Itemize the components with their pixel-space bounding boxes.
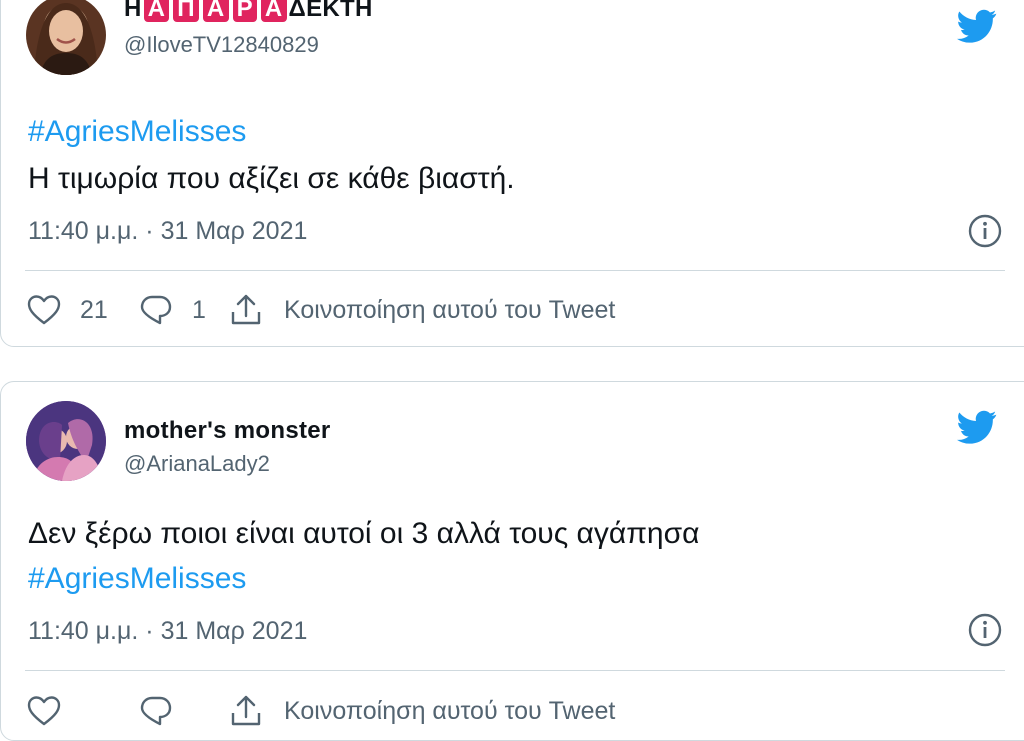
divider (25, 270, 1005, 271)
twitter-bird-icon[interactable] (954, 407, 1000, 447)
reply-button[interactable]: 1 (138, 292, 228, 328)
reply-count: 1 (192, 295, 206, 324)
share-label: Κοινοποίηση αυτού του Tweet (284, 295, 616, 324)
tweet-card[interactable]: mother's monster @ArianaLady2 Δεν ξέρω π… (0, 381, 1024, 741)
display-name-letter: Α (260, 0, 287, 22)
share-button[interactable]: Κοινοποίηση αυτού του Tweet (228, 693, 615, 729)
avatar[interactable] (26, 0, 106, 75)
avatar[interactable] (26, 401, 106, 481)
tweet-text: Δεν ξέρω ποιοι είναι αυτοί οι 3 αλλά του… (28, 517, 700, 550)
share-button[interactable]: Κοινοποίηση αυτού του Tweet (228, 292, 615, 328)
display-name-letter: Ρ (232, 0, 257, 22)
tweet-card[interactable]: Η Α Π Α Ρ Α ΔΕΚΤΗ @IloveTV12840829 #Agri… (0, 0, 1024, 347)
share-icon (231, 294, 261, 325)
hashtag-link[interactable]: #AgriesMelisses (28, 115, 246, 149)
like-count: 21 (80, 295, 108, 324)
tweet-actions: 21 1 Κοινοποίηση αυτού του Tweet (26, 290, 615, 330)
display-name-prefix: Η (124, 0, 142, 22)
divider (25, 670, 1005, 671)
display-name-letter: Α (143, 0, 170, 22)
reply-icon (140, 295, 172, 325)
like-button[interactable]: 21 (26, 292, 138, 328)
tweet-text: Η τιμωρία που αξίζει σε κάθε βιαστή. (28, 162, 515, 195)
heart-icon (27, 295, 61, 325)
twitter-bird-icon[interactable] (954, 6, 1000, 46)
hashtag-link[interactable]: #AgriesMelisses (28, 562, 246, 596)
display-name[interactable]: Η Α Π Α Ρ Α ΔΕΚΤΗ (124, 0, 373, 23)
reply-icon (140, 696, 172, 726)
info-icon[interactable] (967, 612, 1003, 648)
display-name-letter: Π (173, 0, 199, 22)
display-name-suffix: ΔΕΚΤΗ (288, 0, 373, 22)
reply-button[interactable] (138, 693, 228, 729)
display-name-letter: Α (202, 0, 229, 22)
user-handle[interactable]: @ArianaLady2 (124, 451, 270, 477)
tweet-timestamp[interactable]: 11:40 μ.μ. · 31 Μαρ 2021 (28, 217, 307, 246)
info-icon[interactable] (967, 213, 1003, 249)
tweet-actions: Κοινοποίηση αυτού του Tweet (26, 691, 615, 731)
heart-icon (27, 696, 61, 726)
tweet-timestamp[interactable]: 11:40 μ.μ. · 31 Μαρ 2021 (28, 617, 307, 646)
user-handle[interactable]: @IloveTV12840829 (124, 32, 319, 58)
like-button[interactable] (26, 693, 138, 729)
share-icon (231, 695, 261, 726)
share-label: Κοινοποίηση αυτού του Tweet (284, 696, 616, 725)
display-name[interactable]: mother's monster (124, 417, 331, 445)
